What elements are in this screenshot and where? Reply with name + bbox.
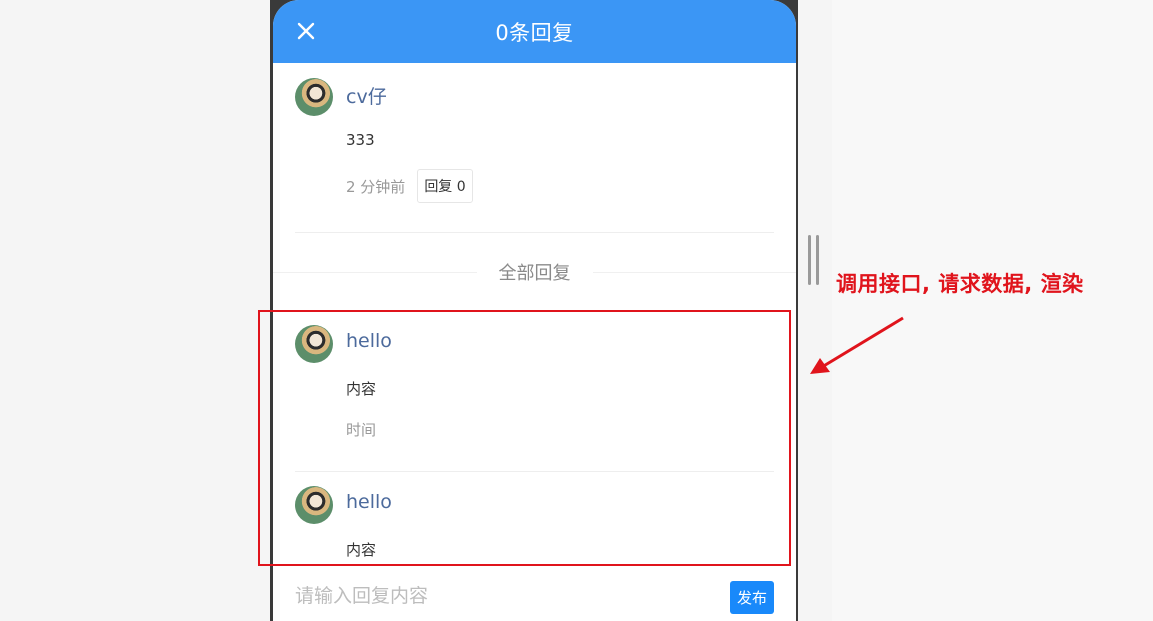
- all-replies-label: 全部回复: [498, 263, 571, 284]
- annotation-text: 调用接口, 请求数据, 渲染: [836, 272, 1084, 296]
- highlight-box: [258, 310, 791, 566]
- popup-header: 0条回复: [273, 0, 796, 63]
- comment-time: 2 分钟前: [346, 177, 406, 196]
- reply-input[interactable]: [295, 580, 695, 612]
- publish-button[interactable]: 发布: [730, 581, 774, 614]
- page-background-right: [832, 0, 1153, 621]
- reply-footer: 发布: [273, 570, 796, 621]
- close-icon[interactable]: [295, 18, 317, 44]
- origin-comment: cv仔 333 2 分钟前 回复 0: [273, 63, 796, 233]
- comment-content: 333: [346, 131, 375, 149]
- reply-count-button[interactable]: 回复 0: [417, 169, 473, 203]
- comment-username: cv仔: [346, 86, 387, 108]
- popup-title: 0条回复: [495, 20, 574, 45]
- resize-handle[interactable]: [808, 235, 820, 285]
- all-replies-heading: 全部回复: [273, 256, 796, 288]
- arrow-icon: [810, 316, 904, 374]
- comment-meta: 2 分钟前 回复 0: [346, 169, 473, 203]
- divider: [295, 232, 774, 233]
- avatar: [295, 78, 333, 116]
